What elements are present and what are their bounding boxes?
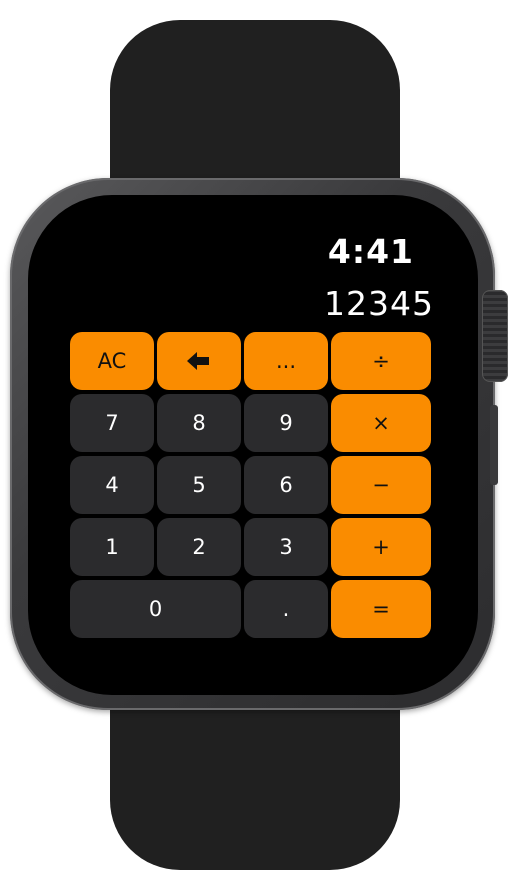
digit-7-button[interactable]: 7: [70, 394, 154, 452]
side-button[interactable]: [490, 405, 498, 485]
clear-button[interactable]: AC: [70, 332, 154, 390]
calculator-keypad: AC ... ÷ 7 8 9 × 4 5 6 − 1 2 3 + 0 . =: [70, 332, 431, 640]
plus-button[interactable]: +: [331, 518, 431, 576]
multiply-button[interactable]: ×: [331, 394, 431, 452]
digital-crown[interactable]: [482, 290, 508, 382]
equals-button[interactable]: =: [331, 580, 431, 638]
digit-0-button[interactable]: 0: [70, 580, 241, 638]
digit-3-button[interactable]: 3: [244, 518, 328, 576]
digit-2-button[interactable]: 2: [157, 518, 241, 576]
digit-9-button[interactable]: 9: [244, 394, 328, 452]
watch-device: 4:41 12345 AC ... ÷ 7 8 9 × 4 5 6 − 1 2 …: [0, 0, 512, 890]
digit-1-button[interactable]: 1: [70, 518, 154, 576]
calculator-screen: 4:41 12345 AC ... ÷ 7 8 9 × 4 5 6 − 1 2 …: [58, 218, 444, 668]
minus-button[interactable]: −: [331, 456, 431, 514]
digit-5-button[interactable]: 5: [157, 456, 241, 514]
decimal-button[interactable]: .: [244, 580, 328, 638]
more-button[interactable]: ...: [244, 332, 328, 390]
clock-time: 4:41: [327, 232, 414, 271]
calculator-display: 12345: [324, 284, 434, 323]
digit-4-button[interactable]: 4: [70, 456, 154, 514]
digit-8-button[interactable]: 8: [157, 394, 241, 452]
backspace-button[interactable]: [157, 332, 241, 390]
digit-6-button[interactable]: 6: [244, 456, 328, 514]
left-arrow-icon: [187, 352, 209, 370]
divide-button[interactable]: ÷: [331, 332, 431, 390]
